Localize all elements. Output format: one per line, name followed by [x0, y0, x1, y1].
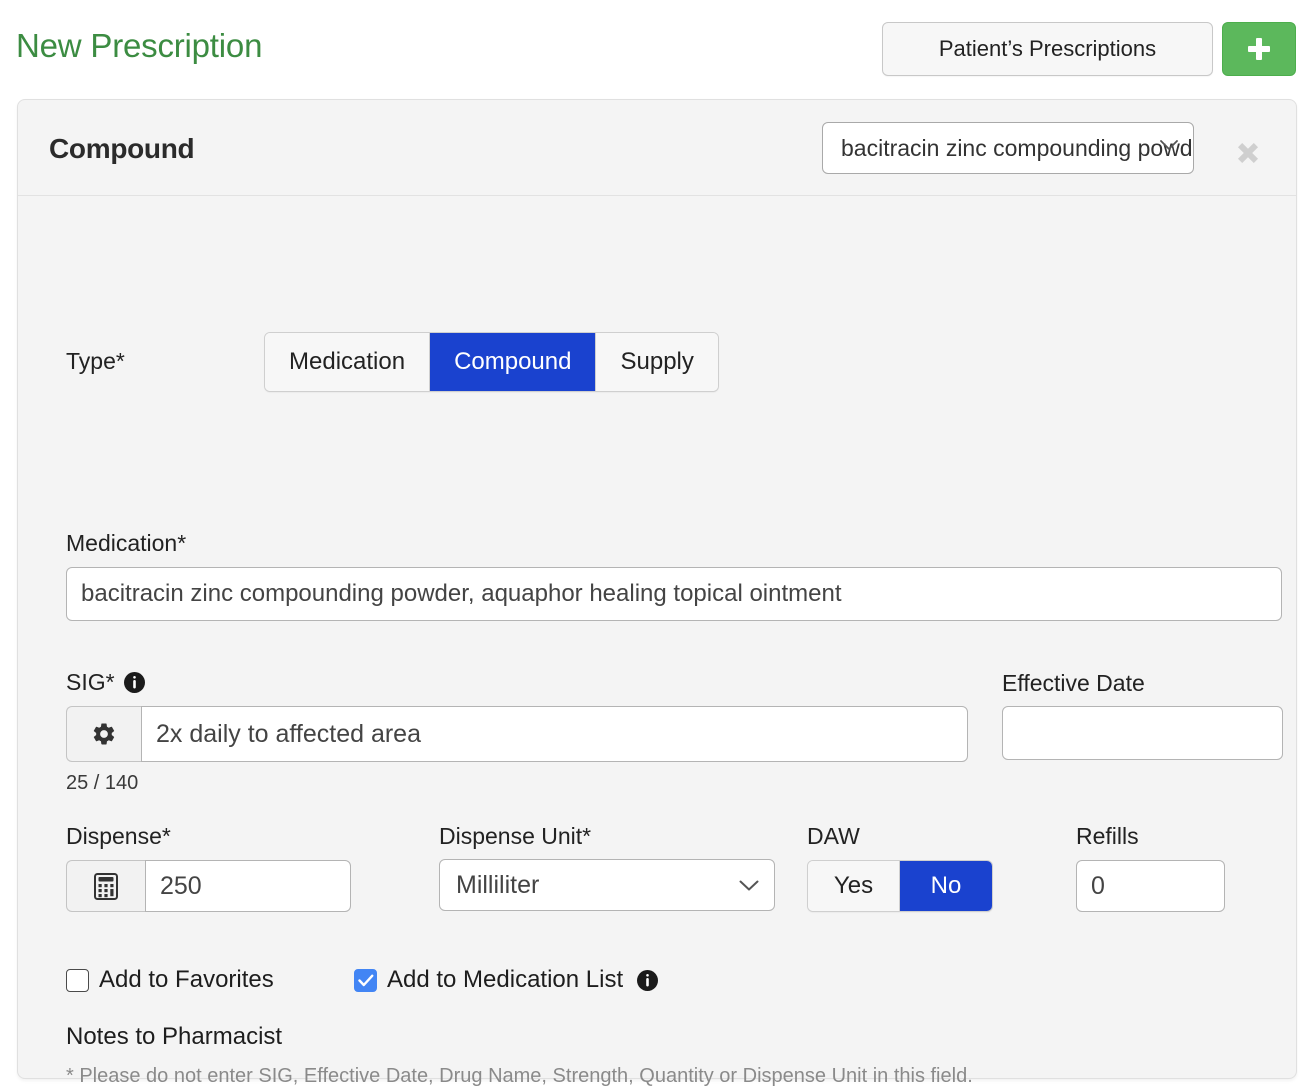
daw-option-no[interactable]: No [900, 861, 992, 911]
sig-character-counter: 25 / 140 [66, 772, 139, 794]
compound-card-header: Compound bacitracin zinc compounding pow… [18, 100, 1296, 196]
plus-icon [1247, 37, 1271, 61]
info-icon[interactable] [637, 969, 659, 991]
sig-label: SIG* [66, 669, 115, 695]
dispense-input[interactable] [145, 860, 351, 912]
add-to-medication-list-checkbox[interactable] [354, 968, 377, 992]
effective-date-input[interactable] [1002, 706, 1283, 760]
medication-input[interactable] [66, 567, 1282, 621]
sig-input[interactable] [141, 706, 968, 762]
close-x-icon[interactable] [1228, 133, 1268, 173]
dispense-label: Dispense* [66, 823, 171, 849]
daw-label: DAW [807, 823, 860, 849]
type-option-medication[interactable]: Medication [265, 333, 431, 391]
gear-icon[interactable] [66, 706, 141, 762]
patients-prescriptions-button[interactable]: Patient’s Prescriptions [882, 22, 1213, 76]
medication-label: Medication* [66, 530, 187, 556]
type-option-compound[interactable]: Compound [430, 333, 597, 391]
type-row: Type* Medication Compound Supply [66, 332, 1266, 392]
dispense-unit-label: Dispense Unit* [439, 823, 592, 849]
notes-to-pharmacist-label: Notes to Pharmacist [66, 1023, 283, 1050]
refills-label: Refills [1076, 823, 1139, 849]
page-header: New Prescription Patient’s Prescriptions [0, 0, 1314, 97]
info-icon[interactable] [123, 672, 145, 693]
dispense-unit-select[interactable]: Milliliter [439, 859, 775, 911]
add-to-favorites-row[interactable]: Add to Favorites [66, 966, 274, 994]
type-label: Type* [66, 348, 125, 374]
add-to-favorites-label: Add to Favorites [99, 966, 274, 993]
add-to-medication-list-row[interactable]: Add to Medication List [354, 966, 659, 994]
add-prescription-button[interactable] [1222, 22, 1296, 76]
type-option-supply[interactable]: Supply [596, 333, 718, 391]
compound-select-wrapper: bacitracin zinc compounding powder [822, 122, 1194, 174]
dispense-unit-wrapper: Milliliter [439, 859, 775, 911]
daw-option-yes[interactable]: Yes [808, 861, 900, 911]
type-segmented-control: Medication Compound Supply [264, 332, 719, 392]
compound-select[interactable]: bacitracin zinc compounding powder [822, 122, 1194, 174]
patients-prescriptions-label: Patient’s Prescriptions [938, 36, 1157, 61]
effective-date-label: Effective Date [1002, 670, 1145, 696]
compound-card: Compound bacitracin zinc compounding pow… [17, 99, 1297, 1087]
add-to-medication-list-label: Add to Medication List [387, 966, 624, 993]
card-title: Compound [49, 133, 195, 164]
new-prescription-page: New Prescription Patient’s Prescriptions… [0, 0, 1314, 1090]
calculator-icon[interactable] [66, 860, 145, 912]
daw-segmented-control: Yes No [807, 860, 993, 912]
add-to-favorites-checkbox[interactable] [66, 968, 89, 992]
page-title: New Prescription [16, 27, 263, 64]
notes-hint: * Please do not enter SIG, Effective Dat… [66, 1065, 973, 1087]
sig-input-group [66, 706, 968, 762]
dispense-input-group [66, 860, 351, 912]
sig-label-group: SIG* [66, 669, 145, 696]
refills-input[interactable] [1076, 860, 1225, 912]
